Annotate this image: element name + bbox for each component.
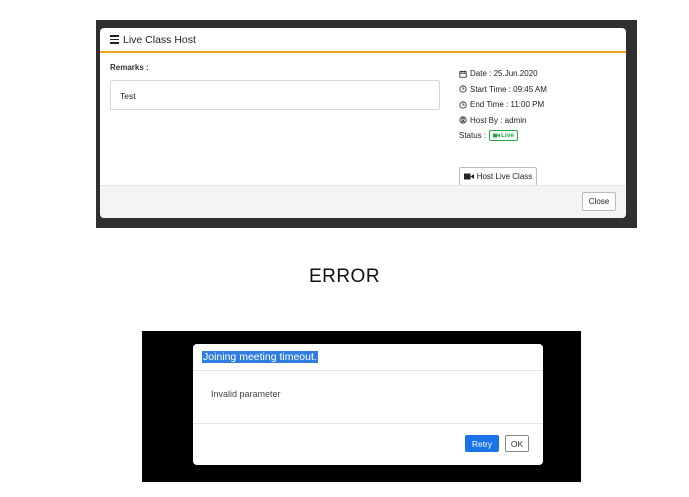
- error-caption: ERROR: [308, 266, 381, 287]
- end-time-row: End Time : 11:00 PM: [459, 97, 547, 113]
- clock-icon: [459, 101, 467, 109]
- video-icon: [463, 173, 474, 180]
- host-live-class-button[interactable]: Host Live Class: [459, 167, 537, 186]
- date-row: Date : 25.Jun.2020: [459, 66, 547, 82]
- live-class-host-screenshot: Live Class Host Remarks : Test Date : 25…: [96, 20, 637, 228]
- menu-icon: [110, 34, 119, 46]
- status-badge: Live: [489, 130, 519, 142]
- video-icon: [493, 133, 501, 138]
- host-by-text: Host By : admin: [470, 115, 527, 125]
- remarks-field[interactable]: Test: [110, 80, 440, 110]
- date-text: Date : 25.Jun.2020: [470, 69, 538, 79]
- live-class-host-modal: Live Class Host Remarks : Test Date : 25…: [100, 28, 626, 218]
- close-button[interactable]: Close: [582, 192, 616, 211]
- status-label: Status :: [459, 131, 487, 141]
- error-screenshot: Joining meeting timeout. Invalid paramet…: [142, 331, 581, 482]
- error-dialog: Joining meeting timeout. Invalid paramet…: [193, 344, 543, 465]
- remarks-label: Remarks :: [110, 63, 149, 72]
- status-badge-label: Live: [501, 132, 515, 140]
- end-time-text: End Time : 11:00 PM: [470, 100, 545, 110]
- error-message: Invalid parameter: [193, 371, 543, 424]
- error-dialog-title: Joining meeting timeout.: [202, 351, 318, 363]
- clock-icon: [459, 85, 467, 93]
- modal-title: Live Class Host: [123, 33, 196, 46]
- modal-footer: Close: [100, 185, 626, 218]
- host-by-row: Host By : admin: [459, 113, 547, 129]
- host-live-class-label: Host Live Class: [476, 172, 533, 181]
- status-row: Status : Live: [459, 128, 547, 144]
- class-info: Date : 25.Jun.2020 Start Time : 09:45 AM…: [459, 66, 547, 144]
- retry-button[interactable]: Retry: [465, 435, 499, 452]
- start-time-text: Start Time : 09:45 AM: [470, 84, 547, 94]
- calendar-icon: [459, 70, 467, 78]
- ok-button[interactable]: OK: [505, 435, 529, 452]
- modal-header: Live Class Host: [100, 28, 626, 53]
- modal-body: Remarks : Test Date : 25.Jun.2020 Start …: [100, 53, 626, 186]
- start-time-row: Start Time : 09:45 AM: [459, 82, 547, 98]
- error-dialog-header: Joining meeting timeout.: [193, 344, 543, 371]
- user-circle-icon: [459, 116, 467, 124]
